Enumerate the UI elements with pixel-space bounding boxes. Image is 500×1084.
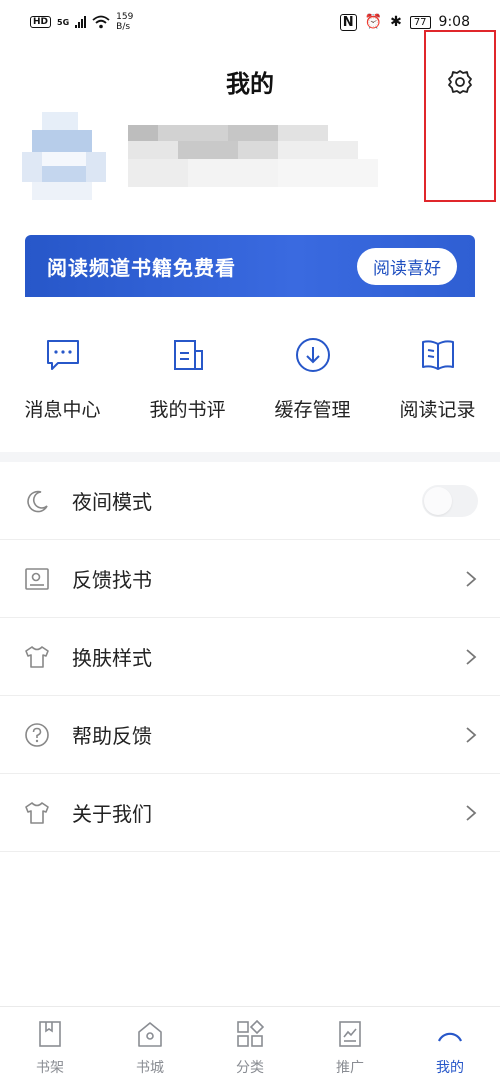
shirt-icon [22,642,52,672]
menu-item-help[interactable]: 帮助反馈 [0,696,500,774]
menu-item-end [422,484,478,517]
battery-indicator: 77 [409,15,431,29]
chevron-right-icon [464,725,478,745]
wifi-icon [92,15,110,29]
quick-action-history[interactable]: 阅读记录 [375,335,500,422]
nav-tab-category[interactable]: 分类 [200,1007,300,1084]
username-blurred [128,125,378,195]
section-divider [0,452,500,462]
menu-item-label: 关于我们 [72,802,152,826]
signal-icon [75,16,87,28]
category-icon [235,1019,265,1049]
nav-label: 书城 [136,1060,164,1076]
net-speed-value: 159 [116,12,134,22]
menu-item-label: 夜间模式 [72,490,152,514]
quick-action-label: 消息中心 [24,399,101,421]
avatar[interactable] [22,112,108,202]
book-review-icon [168,335,208,375]
profile-icon [435,1019,465,1049]
settings-menu: 夜间模式 反馈找书 换肤样式 帮助反馈 关于我们 [0,462,500,852]
nav-tab-bookstore[interactable]: 书城 [100,1007,200,1084]
toggle-knob [424,486,452,515]
chevron-right-icon [464,569,478,589]
nav-label: 书架 [36,1060,64,1076]
menu-item-skin[interactable]: 换肤样式 [0,618,500,696]
promotion-icon [335,1019,365,1049]
quick-action-cache[interactable]: 缓存管理 [250,335,375,422]
promo-banner[interactable]: 阅读频道书籍免费看 阅读喜好 [25,235,475,297]
quick-action-reviews[interactable]: 我的书评 [125,335,250,422]
banner-text: 阅读频道书籍免费看 [47,255,236,280]
bottom-nav: 书架 书城 分类 推广 我的 [0,1006,500,1084]
menu-item-find-book[interactable]: 反馈找书 [0,540,500,618]
nfc-icon: N [339,13,357,31]
bluetooth-icon: ✱ [390,14,402,30]
shirt-icon [22,798,52,828]
chevron-right-icon [464,803,478,823]
menu-item-night-mode[interactable]: 夜间模式 [0,462,500,540]
menu-item-about[interactable]: 关于我们 [0,774,500,852]
nav-tab-profile[interactable]: 我的 [400,1007,500,1084]
net-speed: 159 B/s [116,12,133,32]
quick-action-label: 缓存管理 [274,399,351,421]
night-mode-toggle[interactable] [422,484,478,517]
help-icon [22,720,52,750]
nav-label: 分类 [236,1060,264,1076]
reading-preference-button[interactable]: 阅读喜好 [357,247,457,285]
highlight-annotation-box [424,30,496,202]
net-speed-unit: B/s [116,22,131,32]
download-icon [293,335,333,375]
alarm-icon: ⏰ [364,14,383,30]
nav-label: 推广 [336,1060,364,1076]
quick-action-label: 我的书评 [149,399,226,421]
menu-item-label: 帮助反馈 [72,724,152,748]
menu-item-label: 换肤样式 [72,646,152,670]
status-right: N ⏰ ✱ 77 9:08 [339,13,470,31]
network-type: 5G [57,17,70,27]
quick-action-label: 阅读记录 [399,399,476,421]
quick-actions: 消息中心 我的书评 缓存管理 阅读记录 [0,335,500,422]
moon-icon [22,486,52,516]
hd-badge: HD [30,16,52,28]
status-left: HD 5G 159 B/s [30,12,133,32]
nav-tab-promotion[interactable]: 推广 [300,1007,400,1084]
message-icon [43,335,83,375]
find-book-icon [22,564,52,594]
nav-tab-bookshelf[interactable]: 书架 [0,1007,100,1084]
bookstore-icon [135,1019,165,1049]
nav-label: 我的 [436,1060,464,1076]
clock: 9:08 [438,14,470,30]
bookshelf-icon [35,1019,65,1049]
open-book-icon [418,335,458,375]
quick-action-messages[interactable]: 消息中心 [0,335,125,422]
chevron-right-icon [464,647,478,667]
menu-item-label: 反馈找书 [72,568,152,592]
